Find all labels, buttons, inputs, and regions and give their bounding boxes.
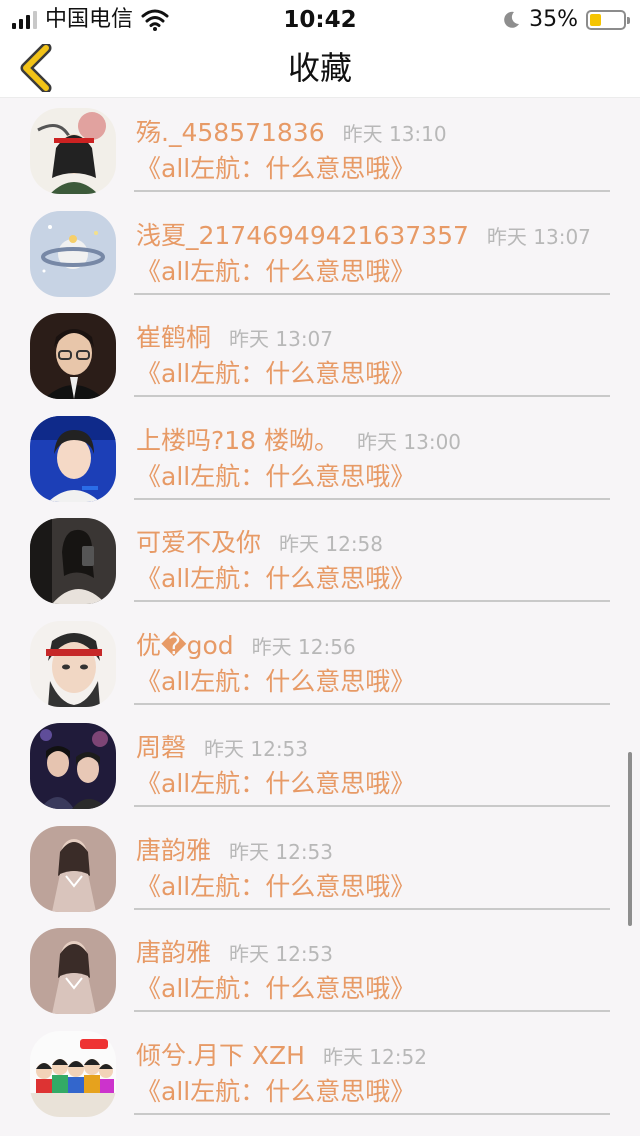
avatar[interactable]	[30, 723, 116, 809]
user-name[interactable]: 周磬	[136, 728, 186, 764]
avatar-girl-dress-image	[30, 928, 116, 1014]
avatar-ink-warrior-image	[30, 108, 116, 194]
timestamp: 昨天 12:56	[251, 634, 356, 659]
user-name[interactable]: 上楼吗?18 楼呦。	[136, 421, 339, 457]
story-title[interactable]: 《all左航：什么意思哦》	[136, 255, 415, 289]
avatar-boy-glasses-image	[30, 313, 116, 399]
do-not-disturb-moon-icon	[504, 11, 520, 28]
row-divider	[134, 1112, 610, 1115]
favorite-row[interactable]: 唐韵雅 昨天 12:53 《all左航：什么意思哦》	[0, 815, 640, 917]
timestamp: 昨天 12:53	[229, 839, 334, 864]
row-divider	[134, 1010, 610, 1012]
name-line: 优�god 昨天 12:56	[136, 626, 356, 662]
avatar-boy-blue-image	[30, 415, 116, 502]
favorite-row[interactable]: 优�god 昨天 12:56 《all左航：什么意思哦》	[0, 610, 640, 712]
timestamp: 昨天 13:07	[229, 327, 334, 351]
battery-percent: 35%	[529, 7, 578, 32]
avatar-stage-duo-image	[30, 723, 116, 809]
user-name[interactable]: 倾兮.月下 XZH	[136, 1036, 305, 1072]
favorite-row[interactable]: 崔鹤桐 昨天 13:07 《all左航：什么意思哦》	[0, 302, 640, 404]
row-divider	[134, 907, 610, 910]
avatar-cartoon-group-image	[30, 1030, 116, 1117]
battery-level-fill	[590, 14, 601, 26]
page-title: 收藏	[287, 49, 352, 87]
favorite-row[interactable]: 可爱不及你 昨天 12:58 《all左航：什么意思哦》	[0, 507, 640, 609]
user-name[interactable]: 殇._458571836	[136, 113, 325, 149]
navigation-bar: 收藏	[0, 40, 640, 98]
avatar-anime-headband-image	[30, 620, 116, 707]
avatar[interactable]	[30, 620, 116, 707]
name-line: 崔鹤桐 昨天 13:07	[136, 318, 333, 354]
timestamp: 昨天 12:53	[229, 942, 334, 966]
battery-icon	[586, 10, 630, 30]
status-right: 35%	[501, 7, 630, 32]
row-divider	[134, 190, 610, 192]
avatar[interactable]	[30, 928, 116, 1014]
avatar-mirror-selfie-image	[30, 518, 116, 604]
user-name[interactable]: 可爱不及你	[136, 523, 261, 559]
name-line: 周磬 昨天 12:53	[136, 728, 308, 764]
avatar[interactable]	[30, 518, 116, 604]
name-line: 倾兮.月下 XZH 昨天 12:52	[136, 1036, 427, 1072]
favorite-row[interactable]: 浅夏_21746949421637357 昨天 13:07 《all左航：什么意思哦…	[0, 200, 640, 302]
favorite-row[interactable]: 殇._458571836 昨天 13:10 《all左航：什么意思哦》	[0, 97, 640, 199]
story-title[interactable]: 《all左航：什么意思哦》	[136, 562, 415, 596]
name-line: 上楼吗?18 楼呦。 昨天 13:00	[136, 421, 461, 457]
timestamp: 昨天 13:00	[357, 429, 462, 454]
avatar[interactable]	[30, 108, 116, 194]
favorite-row[interactable]: 周磬 昨天 12:53 《all左航：什么意思哦》	[0, 712, 640, 814]
avatar[interactable]	[30, 1030, 116, 1117]
favorite-row[interactable]: 倾兮.月下 XZH 昨天 12:52 《all左航：什么意思哦》	[0, 1020, 640, 1122]
story-title[interactable]: 《all左航：什么意思哦》	[136, 972, 415, 1006]
avatar[interactable]	[30, 825, 116, 912]
timestamp: 昨天 13:07	[486, 224, 591, 249]
story-title[interactable]: 《all左航：什么意思哦》	[136, 1075, 415, 1109]
story-title[interactable]: 《all左航：什么意思哦》	[136, 357, 415, 391]
story-title[interactable]: 《all左航：什么意思哦》	[136, 152, 415, 186]
timestamp: 昨天 12:58	[279, 532, 384, 556]
avatar-planet-image	[30, 210, 116, 297]
user-name[interactable]: 优�god	[136, 626, 234, 662]
row-divider	[134, 702, 610, 705]
name-line: 唐韵雅 昨天 12:53	[136, 831, 333, 867]
favorite-row[interactable]: 唐韵雅 昨天 12:53 《all左航：什么意思哦》	[0, 917, 640, 1019]
user-name[interactable]: 崔鹤桐	[136, 318, 211, 354]
avatar-girl-dress-image	[30, 825, 116, 912]
row-divider	[134, 497, 610, 500]
scrollbar[interactable]	[628, 752, 632, 926]
name-line: 可爱不及你 昨天 12:58	[136, 523, 383, 559]
story-title[interactable]: 《all左航：什么意思哦》	[136, 870, 415, 904]
name-line: 殇._458571836 昨天 13:10	[136, 113, 447, 149]
user-name[interactable]: 浅夏_21746949421637357	[136, 216, 469, 252]
row-divider	[134, 600, 610, 602]
name-line: 唐韵雅 昨天 12:53	[136, 933, 333, 969]
avatar[interactable]	[30, 210, 116, 297]
story-title[interactable]: 《all左航：什么意思哦》	[136, 665, 415, 699]
name-line: 浅夏_21746949421637357 昨天 13:07	[136, 216, 591, 252]
avatar[interactable]	[30, 415, 116, 502]
user-name[interactable]: 唐韵雅	[136, 831, 211, 867]
status-bar: 中国电信 10:42 35%	[0, 0, 640, 40]
story-title[interactable]: 《all左航：什么意思哦》	[136, 460, 415, 494]
row-divider	[134, 395, 610, 397]
timestamp: 昨天 12:52	[322, 1044, 427, 1069]
timestamp: 昨天 13:10	[342, 122, 447, 146]
user-name[interactable]: 唐韵雅	[136, 933, 211, 969]
favorite-row[interactable]: 上楼吗?18 楼呦。 昨天 13:00 《all左航：什么意思哦》	[0, 405, 640, 507]
timestamp: 昨天 12:53	[204, 737, 309, 761]
row-divider	[134, 292, 610, 295]
row-divider	[134, 805, 610, 807]
story-title[interactable]: 《all左航：什么意思哦》	[136, 767, 415, 801]
avatar[interactable]	[30, 313, 116, 399]
